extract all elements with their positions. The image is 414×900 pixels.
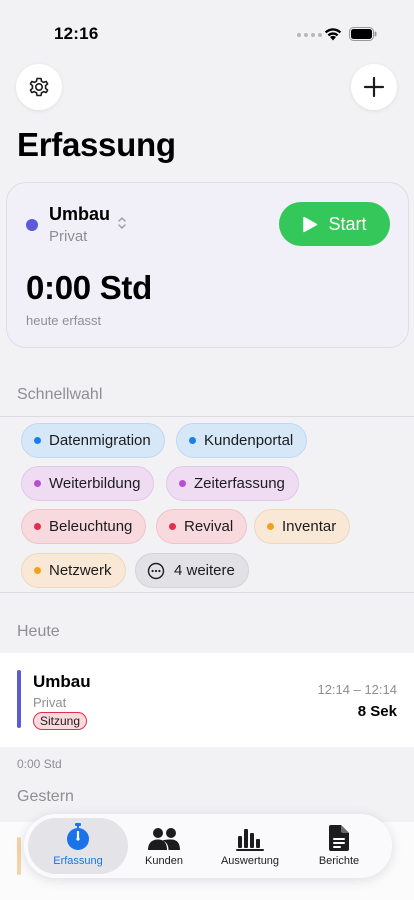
section-header-today: Heute	[17, 623, 60, 640]
stopwatch-icon	[67, 823, 89, 850]
settings-button[interactable]	[16, 64, 62, 110]
chip-kundenportal[interactable]: Kundenportal	[176, 423, 308, 458]
project-client: Privat	[49, 228, 88, 245]
tab-berichte[interactable]: Berichte	[304, 818, 374, 874]
section-header-quick: Schnellwahl	[17, 386, 103, 403]
entry-duration: 8 Sek	[357, 703, 397, 720]
status-time: 12:16	[54, 24, 99, 43]
duration-caption: heute erfasst	[26, 313, 102, 328]
chip-dot	[34, 567, 41, 574]
chip-dot	[34, 523, 41, 530]
entry-color-bar	[17, 670, 21, 728]
entry-project: Umbau	[33, 672, 91, 691]
chip-dot	[179, 480, 186, 487]
document-icon	[329, 825, 349, 851]
entry-color-bar	[17, 837, 21, 875]
page-title: Erfassung	[17, 126, 176, 163]
time-entry-row[interactable]: Umbau Privat Sitzung 12:14 – 12:14 8 Sek	[0, 653, 414, 747]
project-selector[interactable]: Umbau	[49, 204, 110, 225]
entry-time-range: 12:14 – 12:14	[317, 682, 397, 697]
divider	[0, 592, 414, 593]
gear-icon	[29, 77, 49, 97]
divider	[0, 416, 414, 417]
play-icon	[303, 216, 318, 232]
chip-dot	[189, 437, 196, 444]
more-icon	[147, 562, 165, 579]
section-header-yesterday: Gestern	[17, 788, 74, 805]
signal-icon	[297, 33, 322, 37]
battery-icon	[349, 27, 377, 41]
status-bar: 12:16	[0, 0, 414, 54]
chip-datenmigration[interactable]: Datenmigration	[21, 423, 165, 458]
chip-dot	[34, 480, 41, 487]
chip-revival[interactable]: Revival	[156, 509, 248, 544]
tab-auswertung[interactable]: Auswertung	[214, 818, 286, 874]
tab-kunden[interactable]: Kunden	[129, 818, 199, 874]
chip-netzwerk[interactable]: Netzwerk	[21, 553, 126, 588]
chip-dot	[267, 523, 274, 530]
chart-icon	[236, 829, 264, 851]
add-button[interactable]	[351, 64, 397, 110]
wifi-icon	[324, 28, 342, 41]
chip-weiterbildung[interactable]: Weiterbildung	[21, 466, 155, 501]
project-color-dot	[26, 219, 38, 231]
chevron-updown-icon[interactable]	[117, 215, 127, 231]
start-label: Start	[328, 213, 367, 234]
tab-erfassung[interactable]: Erfassung	[28, 818, 128, 874]
chip-beleuchtung[interactable]: Beleuchtung	[21, 509, 147, 544]
tab-bar: Erfassung Kunden Auswertung Berichte	[24, 814, 392, 878]
tracker-card: Umbau Privat Start 0:00 Std heute erfass…	[6, 182, 409, 348]
entry-client: Privat	[33, 695, 67, 710]
chip-inventar[interactable]: Inventar	[254, 509, 351, 544]
today-duration: 0:00 Std	[26, 269, 152, 306]
people-icon	[148, 828, 180, 850]
more-chips-button[interactable]: 4 weitere	[135, 553, 249, 588]
start-button[interactable]: Start	[279, 202, 390, 246]
plus-icon	[363, 76, 385, 98]
chip-dot	[169, 523, 176, 530]
chip-dot	[34, 437, 41, 444]
day-total: 0:00 Std	[17, 757, 62, 771]
chip-zeiterfassung[interactable]: Zeiterfassung	[166, 466, 299, 501]
entry-tag: Sitzung	[33, 712, 88, 730]
